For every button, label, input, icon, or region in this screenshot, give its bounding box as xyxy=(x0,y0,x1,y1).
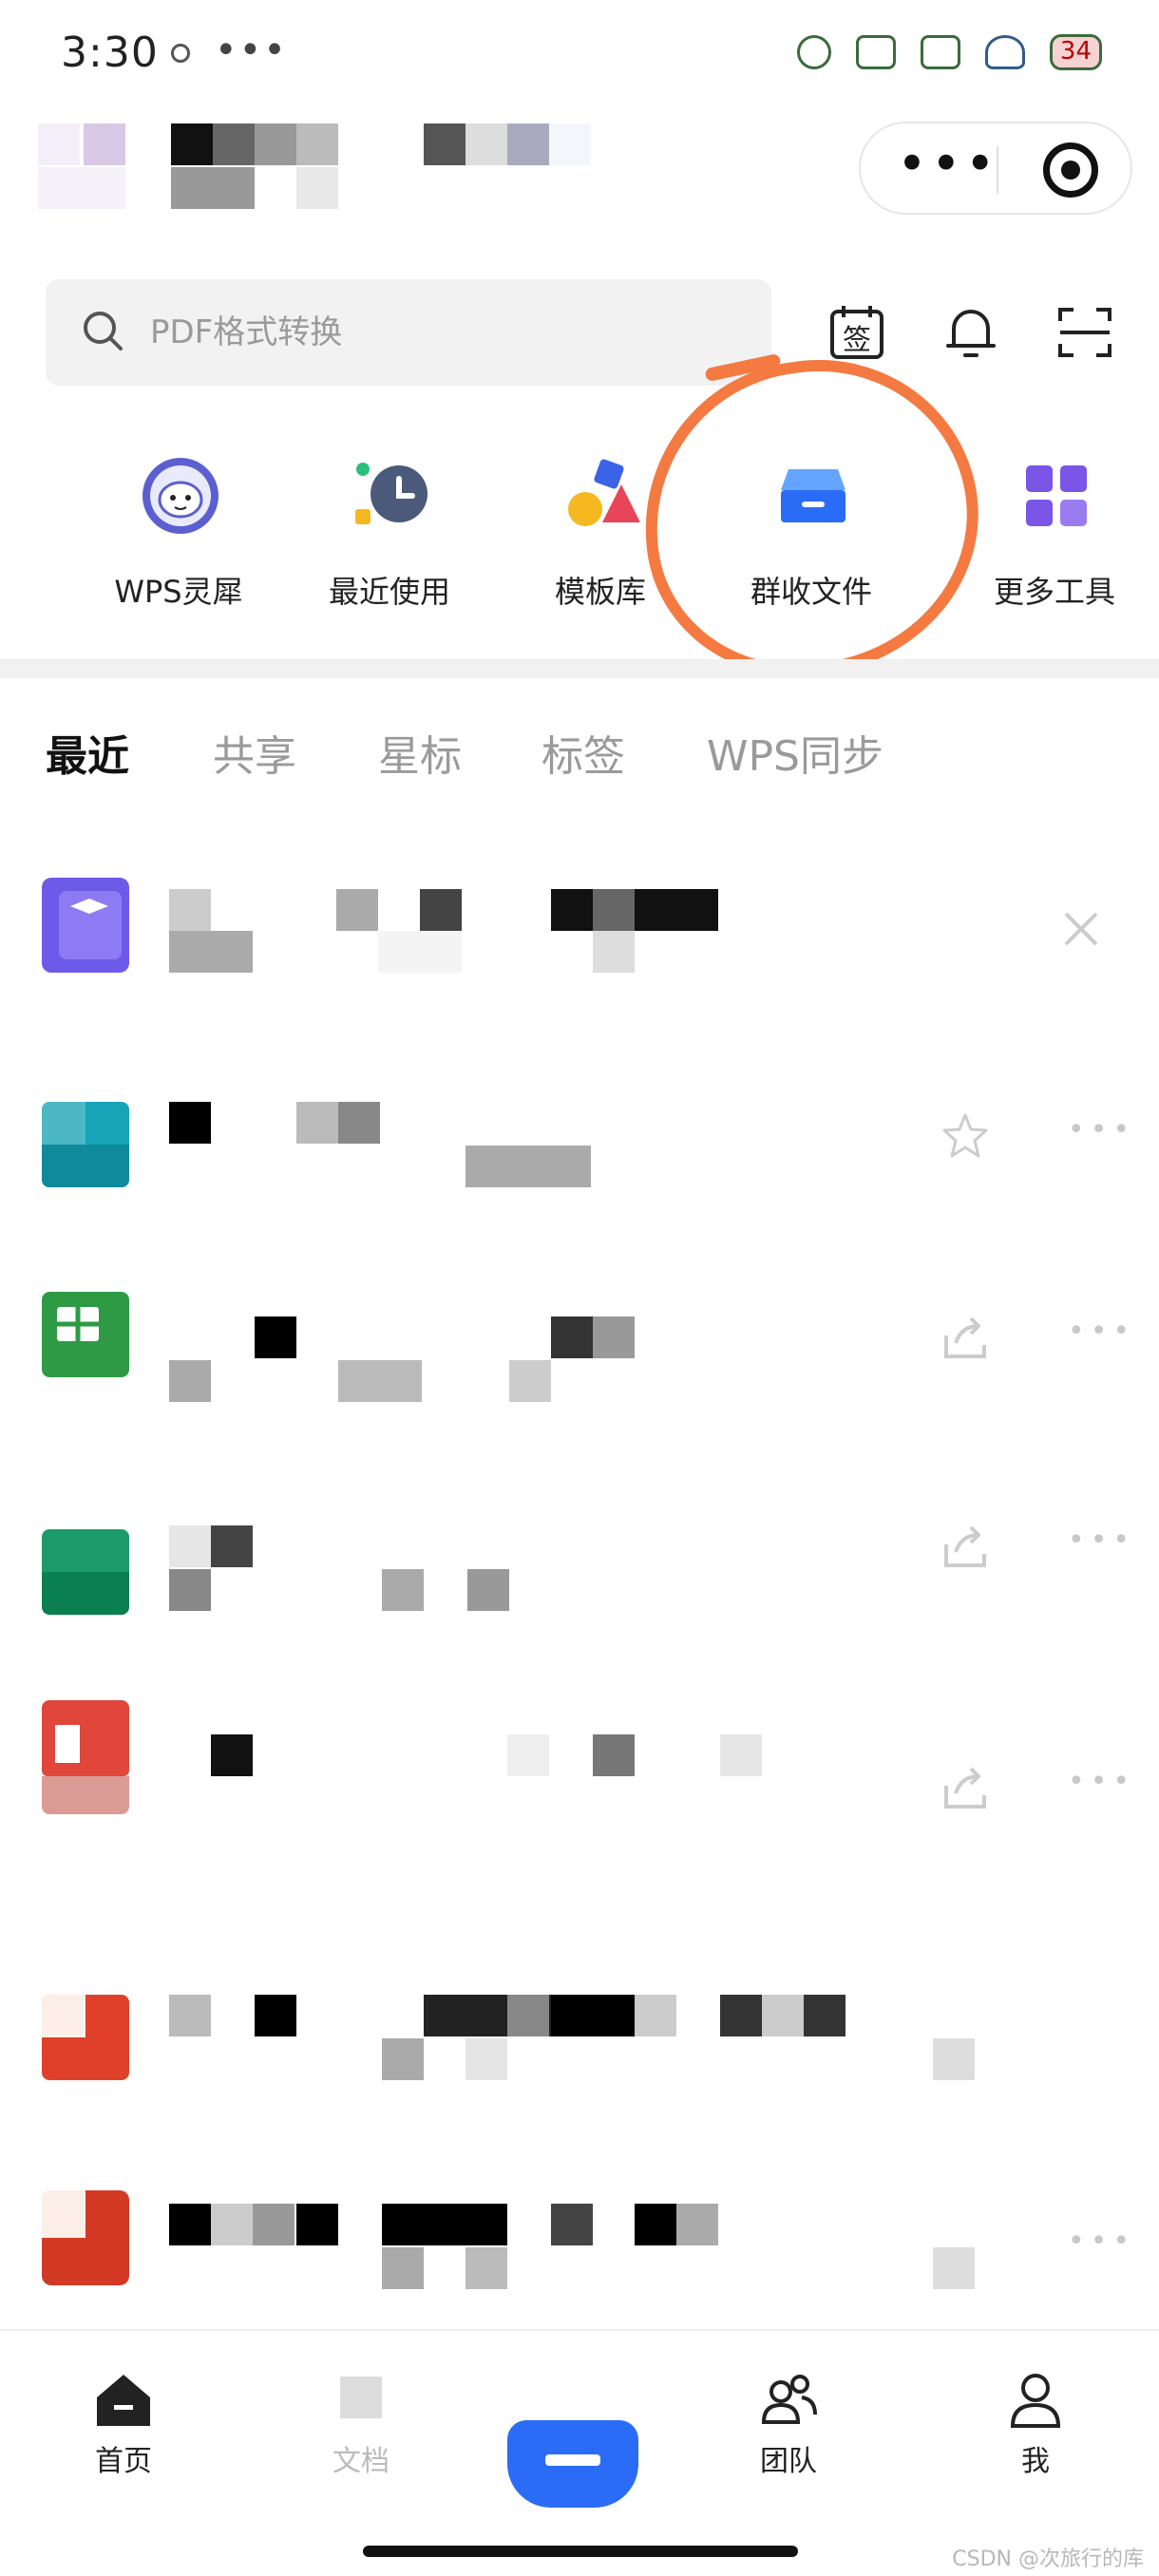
tab-starred[interactable]: 星标 xyxy=(378,722,462,783)
nav-team[interactable]: 团队 xyxy=(703,2350,874,2483)
tool-partial[interactable]: 件 xyxy=(0,418,44,646)
status-time: 3:30 xyxy=(61,28,159,77)
share-icon[interactable] xyxy=(940,1763,990,1812)
wifi-icon xyxy=(984,35,1025,69)
signal-icon-2 xyxy=(920,35,960,69)
nav-docs[interactable]: 文档 xyxy=(276,2350,446,2483)
alarm-icon xyxy=(796,35,831,69)
search-bar[interactable] xyxy=(46,279,771,386)
pdf-file-icon xyxy=(42,1700,129,1814)
section-divider xyxy=(0,659,1159,678)
tab-wps-sync[interactable]: WPS同步 xyxy=(707,722,884,783)
search-input[interactable] xyxy=(150,304,720,361)
nav-me[interactable]: 我 xyxy=(950,2350,1121,2483)
status-icons: 34 xyxy=(796,34,1102,70)
sign-calendar-label: 签 xyxy=(843,324,871,357)
nav-label: 团队 xyxy=(760,2445,817,2478)
capsule-close-button[interactable] xyxy=(1043,142,1098,198)
status-bar: 3:30 ••• 34 xyxy=(0,0,1159,104)
teal-file-icon xyxy=(42,1102,129,1187)
file-row[interactable]: ••• xyxy=(0,1691,1159,1852)
star-icon[interactable] xyxy=(940,1111,990,1161)
create-icon xyxy=(545,2454,600,2466)
nav-label: 文档 xyxy=(332,2445,390,2478)
file-row[interactable]: ••• xyxy=(0,1472,1159,1634)
more-icon[interactable]: ••• xyxy=(1068,1315,1135,1348)
file-row[interactable]: ••• xyxy=(0,1054,1159,1216)
capsule-divider xyxy=(997,146,998,194)
tab-recent[interactable]: 最近 xyxy=(46,722,129,783)
clock-icon xyxy=(355,463,428,524)
nav-home[interactable]: 首页 xyxy=(38,2350,209,2483)
more-icon[interactable]: ••• xyxy=(1068,1765,1135,1798)
sheet-file-icon xyxy=(42,1292,129,1377)
file-name-blurred xyxy=(169,1102,606,1187)
screen: 3:30 ••• 34 ••• PDF格式转换 签 WPS灵犀 最近使用 模板库… xyxy=(0,0,1159,2576)
file-name-blurred xyxy=(169,1995,986,2080)
tab-shared[interactable]: 共享 xyxy=(213,722,296,783)
user-icon xyxy=(1010,2374,1061,2428)
green-file-icon xyxy=(42,1529,129,1615)
docs-icon-blurred xyxy=(340,2377,382,2418)
file-row[interactable] xyxy=(0,855,1159,1016)
course-file-icon xyxy=(42,878,129,973)
tool-wps-lingxi[interactable]: WPS灵犀 xyxy=(74,418,283,646)
file-name-blurred xyxy=(169,889,739,975)
file-name-blurred xyxy=(169,2204,986,2289)
file-name-blurred xyxy=(169,1316,644,1402)
tool-label: 最近使用 xyxy=(328,574,450,610)
share-icon[interactable] xyxy=(940,1313,990,1362)
bell-icon[interactable] xyxy=(940,302,1001,363)
team-icon xyxy=(761,2375,817,2424)
home-indicator[interactable] xyxy=(363,2546,798,2557)
tab-tags[interactable]: 标签 xyxy=(542,722,625,783)
file-name-blurred xyxy=(169,1525,549,1611)
signal-icon xyxy=(855,35,896,69)
battery-icon: 34 xyxy=(1049,34,1102,70)
sign-calendar-icon[interactable]: 签 xyxy=(826,302,887,363)
file-name-blurred xyxy=(169,1734,834,1782)
mini-program-capsule: ••• xyxy=(859,122,1132,215)
capsule-more-button[interactable]: ••• xyxy=(897,139,999,190)
file-row[interactable]: ••• xyxy=(0,1263,1159,1425)
create-button[interactable] xyxy=(507,2420,638,2508)
template-shapes-icon xyxy=(568,459,640,526)
search-icon xyxy=(84,312,123,350)
grid-apps-icon xyxy=(1026,465,1087,526)
nav-label: 首页 xyxy=(95,2445,152,2478)
ppt-file-icon xyxy=(42,1995,129,2080)
share-icon[interactable] xyxy=(940,1522,990,1571)
ppt-file-icon xyxy=(42,2190,129,2285)
tool-label: 更多工具 xyxy=(993,574,1115,610)
user-info-blurred xyxy=(38,123,608,218)
nav-label: 我 xyxy=(1021,2445,1050,2478)
tools-row: 件 WPS灵犀 最近使用 xyxy=(0,418,1159,646)
home-icon xyxy=(97,2375,150,2426)
more-icon[interactable]: ••• xyxy=(1068,2225,1135,2258)
tool-label: WPS灵犀 xyxy=(114,574,243,610)
file-row[interactable] xyxy=(0,1947,1159,2109)
file-row[interactable]: ••• xyxy=(0,2166,1159,2327)
location-icon xyxy=(171,44,190,63)
robot-icon xyxy=(142,458,218,534)
watermark: CSDN @次旅行的库 xyxy=(952,2548,1144,2571)
more-icon[interactable]: ••• xyxy=(1068,1524,1135,1557)
tool-recent[interactable]: 最近使用 xyxy=(285,418,494,646)
status-more: ••• xyxy=(215,28,288,72)
tool-more[interactable]: 更多工具 xyxy=(950,418,1159,646)
close-icon[interactable] xyxy=(1056,904,1106,954)
scan-icon[interactable] xyxy=(1054,302,1115,363)
more-icon[interactable]: ••• xyxy=(1068,1113,1135,1146)
